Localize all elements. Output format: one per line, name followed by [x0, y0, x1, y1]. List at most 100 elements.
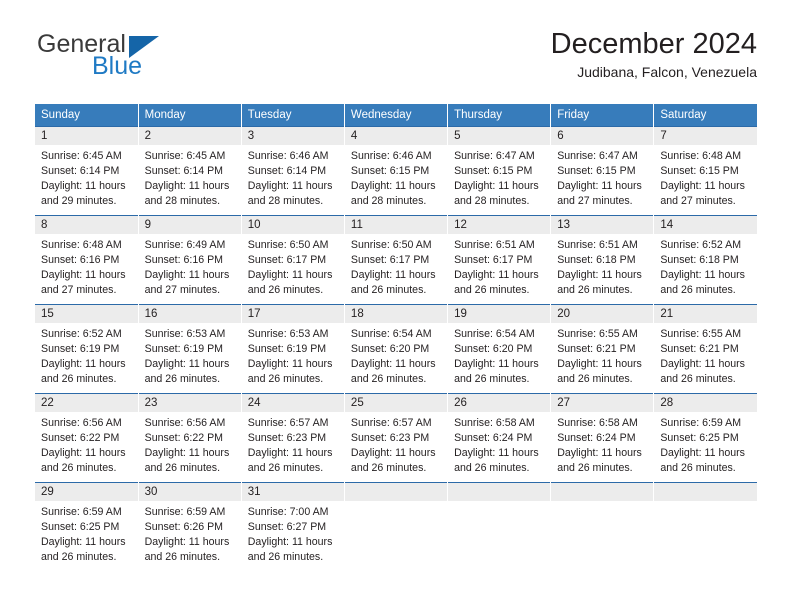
calendar-day-cell[interactable]: 7 Sunrise: 6:48 AM Sunset: 6:15 PM Daylight… [653, 126, 757, 216]
day-number: 24 [241, 394, 344, 412]
day-number: 19 [448, 305, 551, 323]
calendar-day-cell[interactable]: 12 Sunrise: 6:51 AM Sunset: 6:17 PM Dayligh… [447, 215, 552, 305]
day-info: Sunrise: 6:51 AM Sunset: 6:18 PM Daylight:… [551, 234, 653, 298]
day-number: 10 [241, 216, 344, 234]
calendar-day-cell[interactable]: 27 Sunrise: 6:58 AM Sunset: 6:24 PM Dayligh… [550, 393, 655, 483]
day-number: 7 [654, 127, 757, 145]
calendar-page: General Blue December 2024 Judibana, Fal… [0, 0, 792, 612]
sunset-text: Sunset: 6:21 PM [557, 343, 636, 356]
calendar-day-cell[interactable]: 22 Sunrise: 6:56 AM Sunset: 6:22 PM Dayligh… [35, 393, 139, 483]
calendar-day-cell[interactable]: 3 Sunrise: 6:46 AM Sunset: 6:14 PM Daylight… [241, 126, 345, 216]
day-number: 2 [138, 127, 241, 145]
calendar-day-cell[interactable]: 21 Sunrise: 6:55 AM Sunset: 6:21 PM Dayligh… [653, 304, 757, 394]
sunrise-text: Sunrise: 6:53 AM [144, 328, 226, 340]
calendar-day-cell[interactable]: 18 Sunrise: 6:54 AM Sunset: 6:20 PM Dayligh… [344, 304, 449, 394]
daylight-text-line2: and 26 minutes. [41, 551, 117, 564]
sunset-text: Sunset: 6:15 PM [454, 165, 533, 178]
daylight-text-line1: Daylight: 11 hours [41, 269, 126, 282]
daylight-text-line1: Daylight: 11 hours [350, 180, 436, 193]
day-info: Sunrise: 6:48 AM Sunset: 6:15 PM Daylight:… [654, 145, 757, 209]
day-number: 11 [344, 216, 448, 234]
daylight-text-line1: Daylight: 11 hours [557, 447, 642, 460]
sunrise-text: Sunrise: 6:59 AM [41, 506, 122, 518]
day-info: Sunrise: 6:49 AM Sunset: 6:16 PM Daylight:… [139, 234, 241, 298]
day-number: 23 [138, 394, 241, 412]
sunset-text: Sunset: 6:17 PM [454, 254, 533, 267]
daylight-text-line1: Daylight: 11 hours [454, 180, 539, 193]
day-number: 18 [344, 305, 448, 323]
day-number: 1 [35, 127, 138, 145]
daylight-text-line2: and 27 minutes. [557, 195, 633, 208]
calendar-day-cell[interactable]: 16 Sunrise: 6:53 AM Sunset: 6:19 PM Dayligh… [138, 304, 242, 394]
weekday-header-monday: Monday [138, 104, 242, 127]
calendar-day-cell[interactable]: 5 Sunrise: 6:47 AM Sunset: 6:15 PM Daylight… [447, 126, 552, 216]
calendar-day-cell[interactable]: 23 Sunrise: 6:56 AM Sunset: 6:22 PM Dayligh… [138, 393, 242, 483]
day-info: Sunrise: 6:53 AM Sunset: 6:19 PM Daylight:… [139, 323, 241, 387]
calendar-day-cell[interactable]: 15 Sunrise: 6:52 AM Sunset: 6:19 PM Dayligh… [35, 304, 139, 394]
sunrise-text: Sunrise: 6:53 AM [247, 328, 329, 340]
day-info: Sunrise: 6:54 AM Sunset: 6:20 PM Daylight:… [448, 323, 550, 387]
daylight-text-line1: Daylight: 11 hours [454, 269, 539, 282]
daylight-text-line2: and 27 minutes. [660, 195, 736, 208]
sunset-text: Sunset: 6:15 PM [350, 165, 430, 178]
daylight-text-line1: Daylight: 11 hours [660, 180, 745, 193]
daylight-text-line1: Daylight: 11 hours [41, 358, 126, 371]
sunrise-text: Sunrise: 6:58 AM [557, 417, 638, 429]
day-number: 27 [551, 394, 654, 412]
sunset-text: Sunset: 6:17 PM [247, 254, 327, 267]
day-number: 13 [551, 216, 654, 234]
calendar-day-cell[interactable]: 26 Sunrise: 6:58 AM Sunset: 6:24 PM Dayligh… [447, 393, 552, 483]
calendar-day-cell[interactable]: 17 Sunrise: 6:53 AM Sunset: 6:19 PM Dayligh… [241, 304, 345, 394]
calendar-day-cell[interactable]: 19 Sunrise: 6:54 AM Sunset: 6:20 PM Dayligh… [447, 304, 552, 394]
day-info: Sunrise: 6:54 AM Sunset: 6:20 PM Daylight:… [345, 323, 447, 387]
daylight-text-line1: Daylight: 11 hours [144, 536, 230, 549]
calendar-empty-cell [550, 482, 655, 572]
daylight-text-line1: Daylight: 11 hours [144, 269, 230, 282]
sunset-text: Sunset: 6:18 PM [660, 254, 739, 267]
page-header: General Blue December 2024 Judibana, Fal… [35, 28, 757, 98]
sunrise-text: Sunrise: 6:57 AM [350, 417, 432, 429]
daylight-text-line2: and 28 minutes. [144, 195, 221, 208]
daylight-text-line1: Daylight: 11 hours [350, 447, 436, 460]
calendar-day-cell[interactable]: 13 Sunrise: 6:51 AM Sunset: 6:18 PM Dayligh… [550, 215, 655, 305]
calendar-day-cell[interactable]: 11 Sunrise: 6:50 AM Sunset: 6:17 PM Dayligh… [344, 215, 449, 305]
calendar-day-cell[interactable]: 30 Sunrise: 6:59 AM Sunset: 6:26 PM Dayligh… [138, 482, 242, 572]
sunset-text: Sunset: 6:17 PM [350, 254, 430, 267]
calendar-day-cell[interactable]: 14 Sunrise: 6:52 AM Sunset: 6:18 PM Dayligh… [653, 215, 757, 305]
day-info: Sunrise: 6:45 AM Sunset: 6:14 PM Daylight:… [139, 145, 241, 209]
calendar-day-cell[interactable]: 24 Sunrise: 6:57 AM Sunset: 6:23 PM Dayligh… [241, 393, 345, 483]
calendar-day-cell[interactable]: 4 Sunrise: 6:46 AM Sunset: 6:15 PM Daylight… [344, 126, 449, 216]
calendar-day-cell[interactable]: 9 Sunrise: 6:49 AM Sunset: 6:16 PM Daylight… [138, 215, 242, 305]
daylight-text-line2: and 29 minutes. [41, 195, 117, 208]
sunset-text: Sunset: 6:16 PM [144, 254, 223, 267]
sunrise-text: Sunrise: 6:49 AM [144, 239, 226, 251]
daylight-text-line1: Daylight: 11 hours [350, 269, 436, 282]
sunset-text: Sunset: 6:19 PM [41, 343, 120, 356]
calendar-day-cell[interactable]: 29 Sunrise: 6:59 AM Sunset: 6:25 PM Dayligh… [35, 482, 139, 572]
calendar-day-cell[interactable]: 20 Sunrise: 6:55 AM Sunset: 6:21 PM Dayligh… [550, 304, 655, 394]
day-number: 6 [551, 127, 654, 145]
day-info: Sunrise: 6:50 AM Sunset: 6:17 PM Daylight:… [345, 234, 447, 298]
calendar-day-cell[interactable]: 25 Sunrise: 6:57 AM Sunset: 6:23 PM Dayligh… [344, 393, 449, 483]
calendar-day-cell[interactable]: 31 Sunrise: 7:00 AM Sunset: 6:27 PM Dayligh… [241, 482, 345, 572]
sunrise-text: Sunrise: 6:46 AM [247, 150, 329, 162]
day-info: Sunrise: 6:56 AM Sunset: 6:22 PM Daylight:… [35, 412, 138, 476]
daylight-text-line2: and 26 minutes. [247, 284, 324, 297]
calendar-day-cell[interactable]: 8 Sunrise: 6:48 AM Sunset: 6:16 PM Daylight… [35, 215, 139, 305]
calendar-day-cell[interactable]: 6 Sunrise: 6:47 AM Sunset: 6:15 PM Daylight… [550, 126, 655, 216]
calendar-day-cell[interactable]: 1 Sunrise: 6:45 AM Sunset: 6:14 PM Daylight… [35, 126, 139, 216]
calendar-day-cell[interactable]: 2 Sunrise: 6:45 AM Sunset: 6:14 PM Daylight… [138, 126, 242, 216]
calendar-week-row: 15 Sunrise: 6:52 AM Sunset: 6:19 PM Dayligh… [35, 304, 757, 394]
sunset-text: Sunset: 6:22 PM [144, 432, 223, 445]
daylight-text-line2: and 26 minutes. [144, 551, 221, 564]
sunset-text: Sunset: 6:25 PM [660, 432, 739, 445]
weekday-header-tuesday: Tuesday [241, 104, 345, 127]
weekday-header-wednesday: Wednesday [344, 104, 449, 127]
daylight-text-line2: and 28 minutes. [247, 195, 324, 208]
calendar-day-cell[interactable]: 10 Sunrise: 6:50 AM Sunset: 6:17 PM Dayligh… [241, 215, 345, 305]
calendar-day-cell[interactable]: 28 Sunrise: 6:59 AM Sunset: 6:25 PM Dayligh… [653, 393, 757, 483]
daylight-text-line2: and 26 minutes. [144, 462, 221, 475]
daylight-text-line1: Daylight: 11 hours [144, 358, 230, 371]
calendar-table: Sunday Monday Tuesday Wednesday Thursday… [35, 104, 757, 572]
daylight-text-line1: Daylight: 11 hours [557, 269, 642, 282]
